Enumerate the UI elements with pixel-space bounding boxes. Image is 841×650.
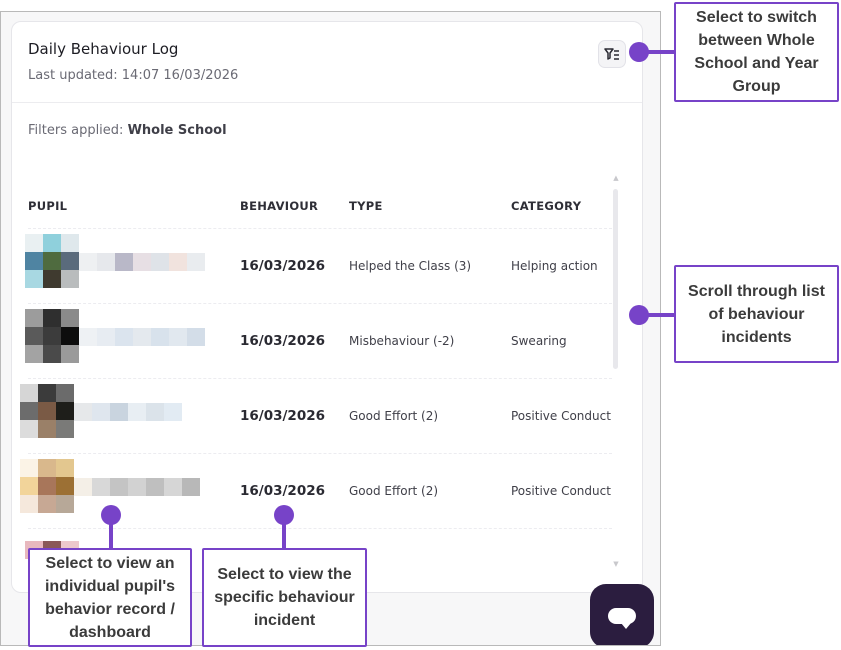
callout-connector-filter — [645, 50, 676, 54]
behaviour-category: Positive Conduct — [511, 484, 611, 498]
callout-pupil: Select to view an individual pupil's beh… — [28, 548, 192, 647]
column-header-pupil: PUPIL — [28, 199, 68, 213]
behaviour-type: Helped the Class (3) — [349, 259, 472, 273]
table-row[interactable]: 16/03/2026 Misbehaviour (-2) Swearing — [25, 303, 612, 378]
table-row[interactable]: 16/03/2026 Helped the Class (3) Helping … — [25, 228, 612, 303]
table-scrollbar[interactable]: ▲ ▼ — [612, 174, 620, 582]
stage: Daily Behaviour Log Last updated: 14:07 … — [0, 0, 841, 650]
last-updated: Last updated: 14:07 16/03/2026 — [28, 68, 239, 83]
behaviour-category: Positive Conduct — [511, 409, 611, 423]
behaviour-date[interactable]: 16/03/2026 — [240, 333, 325, 349]
behaviour-type: Misbehaviour (-2) — [349, 334, 455, 348]
chevron-up-icon[interactable]: ▲ — [612, 174, 620, 182]
behaviour-category: Helping action — [511, 259, 598, 273]
chat-bubble-icon — [608, 608, 636, 629]
column-header-category: CATEGORY — [511, 199, 582, 213]
callout-connector-pupil — [109, 520, 113, 550]
pupil-avatar[interactable] — [20, 384, 74, 438]
filter-list-icon — [604, 48, 619, 60]
callout-scroll: Scroll through list of behaviour inciden… — [674, 265, 839, 363]
pupil-name[interactable] — [79, 253, 205, 271]
widget-title: Daily Behaviour Log — [28, 40, 179, 58]
callout-connector-scroll — [645, 313, 676, 317]
behaviour-type: Good Effort (2) — [349, 409, 439, 423]
pupil-avatar[interactable] — [20, 459, 74, 513]
filters-label: Filters applied: — [28, 123, 124, 138]
pupil-avatar[interactable] — [25, 309, 79, 363]
behaviour-date[interactable]: 16/03/2026 — [240, 483, 325, 499]
pupil-avatar[interactable] — [25, 234, 79, 288]
column-header-behaviour: BEHAVIOUR — [240, 199, 319, 213]
filters-value: Whole School — [127, 123, 227, 138]
table-row[interactable]: 16/03/2026 Good Effort (2) Positive Cond… — [20, 378, 612, 453]
widget-header: Daily Behaviour Log Last updated: 14:07 … — [12, 22, 642, 103]
behaviour-date[interactable]: 16/03/2026 — [240, 408, 325, 424]
callout-filter: Select to switch between Whole School an… — [674, 2, 839, 102]
pupil-name[interactable] — [74, 403, 182, 421]
scroll-thumb[interactable] — [613, 189, 618, 369]
filter-button[interactable] — [598, 40, 626, 68]
behaviour-date[interactable]: 16/03/2026 — [240, 258, 325, 274]
callout-incident: Select to view the specific behaviour in… — [202, 548, 367, 647]
pupil-name[interactable] — [74, 478, 200, 496]
column-header-type: TYPE — [349, 199, 383, 213]
behaviour-category: Swearing — [511, 334, 567, 348]
chat-button[interactable] — [590, 584, 654, 645]
chevron-down-icon[interactable]: ▼ — [612, 560, 620, 568]
behaviour-type: Good Effort (2) — [349, 484, 439, 498]
filters-applied: Filters applied: Whole School — [28, 123, 227, 138]
pupil-name[interactable] — [79, 328, 205, 346]
callout-connector-incident — [282, 520, 286, 550]
